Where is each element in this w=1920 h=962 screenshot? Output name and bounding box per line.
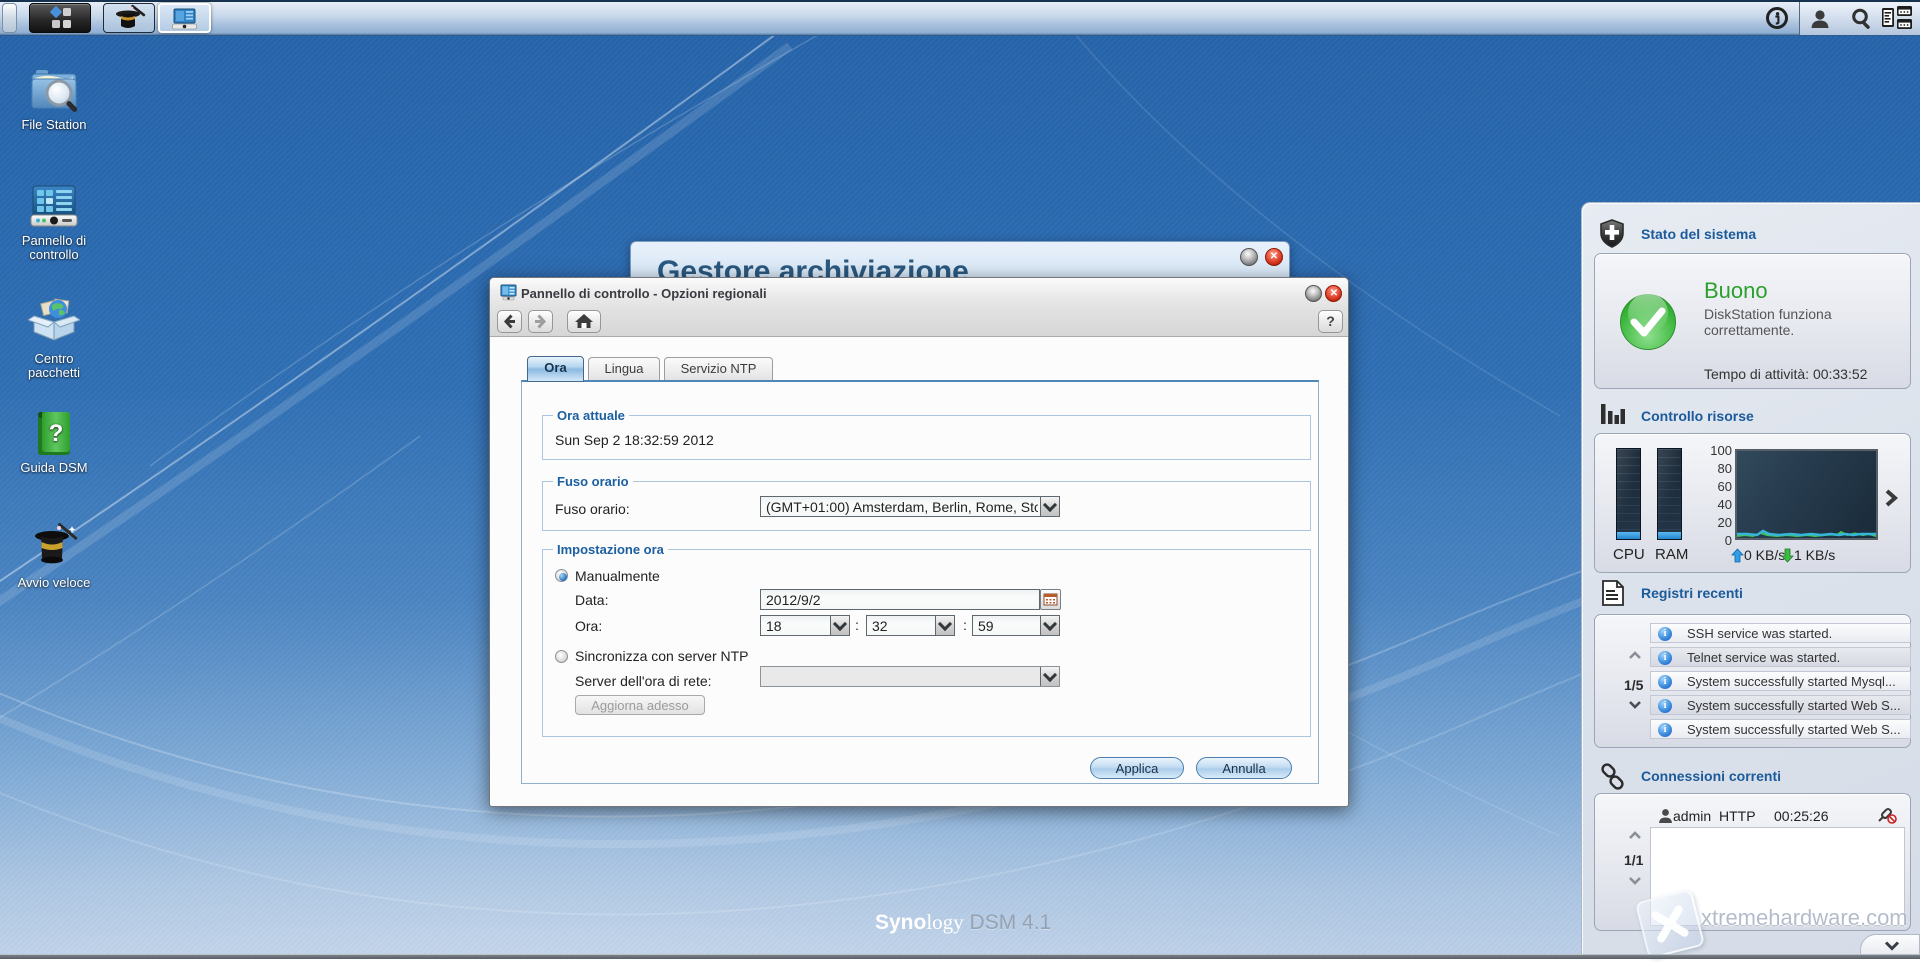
svg-text:?: ? <box>49 420 64 447</box>
